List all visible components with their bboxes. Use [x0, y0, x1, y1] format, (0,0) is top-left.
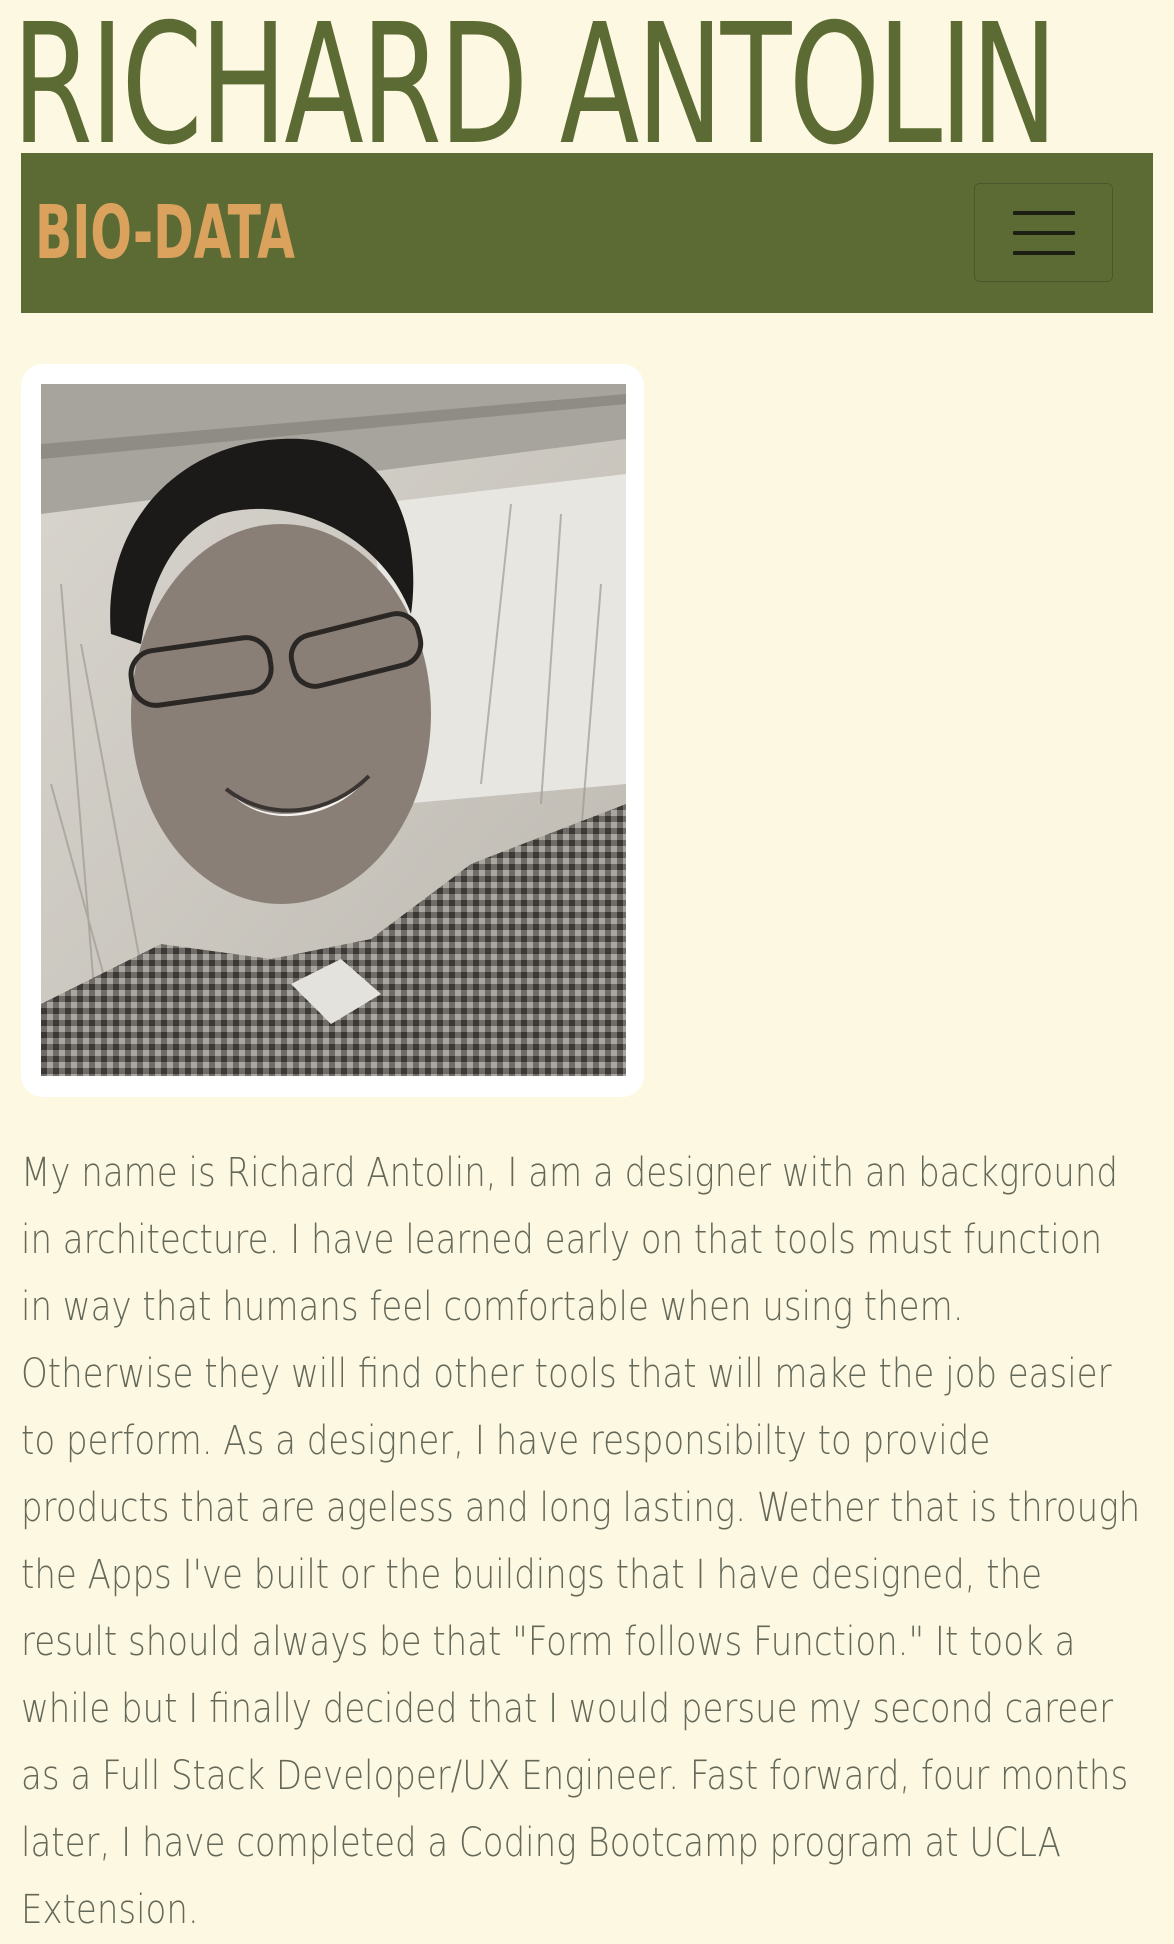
hamburger-menu-icon-bar: [1013, 231, 1075, 235]
profile-photo: [41, 384, 626, 1076]
navbar-brand[interactable]: BIO-DATA: [35, 183, 295, 283]
navbar-toggle-button[interactable]: [974, 183, 1113, 282]
profile-photo-frame: [21, 364, 644, 1097]
hamburger-menu-icon: [1013, 211, 1075, 215]
bio-paragraph: My name is Richard Antolin, I am a desig…: [21, 1150, 1141, 1933]
navbar: BIO-DATA: [21, 153, 1153, 313]
hamburger-menu-icon-bar: [1013, 251, 1075, 255]
